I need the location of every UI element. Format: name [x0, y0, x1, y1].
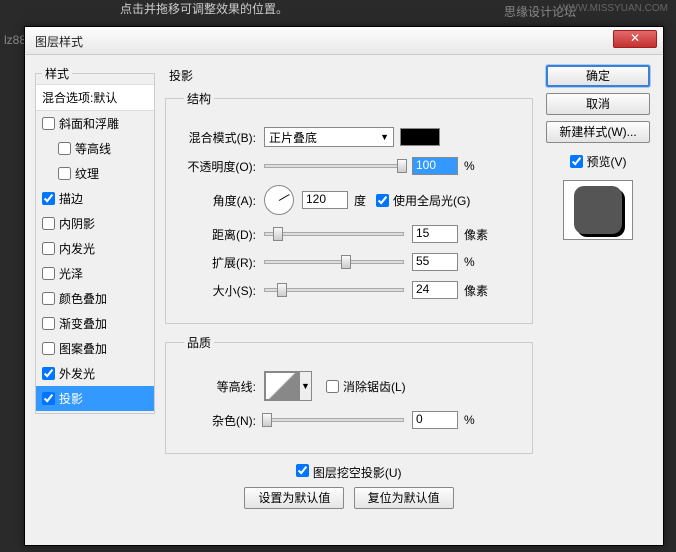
noise-unit: % — [464, 413, 475, 427]
style-item[interactable]: 斜面和浮雕 — [36, 111, 154, 136]
opacity-input[interactable]: 100 — [412, 157, 458, 175]
layer-style-dialog: 图层样式 ✕ 样式 混合选项:默认 斜面和浮雕等高线纹理描边内阴影内发光光泽颜色… — [24, 26, 664, 546]
noise-slider[interactable] — [264, 418, 404, 422]
style-checkbox[interactable] — [42, 292, 55, 305]
angle-dial[interactable] — [264, 185, 294, 215]
style-item[interactable]: 描边 — [36, 186, 154, 211]
style-item[interactable]: 投影 — [36, 386, 154, 411]
shadow-color-swatch[interactable] — [400, 128, 440, 146]
style-item[interactable]: 渐变叠加 — [36, 311, 154, 336]
style-item[interactable]: 内发光 — [36, 236, 154, 261]
style-checkbox[interactable] — [42, 267, 55, 280]
style-label: 内阴影 — [59, 215, 95, 232]
contour-preview — [265, 372, 299, 400]
spread-unit: % — [464, 255, 475, 269]
style-item[interactable]: 内阴影 — [36, 211, 154, 236]
global-light-label: 使用全局光(G) — [393, 192, 470, 209]
style-item[interactable]: 颜色叠加 — [36, 286, 154, 311]
global-light-checkbox[interactable] — [376, 194, 389, 207]
style-item[interactable]: 光泽 — [36, 261, 154, 286]
antialias-label: 消除锯齿(L) — [343, 378, 406, 395]
style-label: 等高线 — [75, 140, 111, 157]
noise-label: 杂色(N): — [178, 412, 256, 429]
style-label: 颜色叠加 — [59, 290, 107, 307]
cancel-button[interactable]: 取消 — [546, 93, 650, 115]
noise-input[interactable]: 0 — [412, 411, 458, 429]
reset-default-button[interactable]: 复位为默认值 — [354, 487, 454, 509]
section-title: 投影 — [169, 67, 533, 84]
size-slider[interactable] — [264, 288, 404, 292]
style-checkbox[interactable] — [58, 142, 71, 155]
styles-panel: 样式 混合选项:默认 斜面和浮雕等高线纹理描边内阴影内发光光泽颜色叠加渐变叠加图… — [35, 65, 155, 509]
size-input[interactable]: 24 — [412, 281, 458, 299]
style-label: 内发光 — [59, 240, 95, 257]
style-item[interactable]: 等高线 — [36, 136, 154, 161]
style-checkbox[interactable] — [58, 167, 71, 180]
spread-label: 扩展(R): — [178, 254, 256, 271]
titlebar: 图层样式 ✕ — [25, 27, 663, 55]
knockout-label: 图层挖空投影(U) — [313, 466, 402, 480]
antialias-checkbox[interactable] — [326, 380, 339, 393]
style-label: 斜面和浮雕 — [59, 115, 119, 132]
contour-label: 等高线: — [178, 378, 256, 395]
style-checkbox[interactable] — [42, 117, 55, 130]
style-label: 光泽 — [59, 265, 83, 282]
chevron-down-icon: ▼ — [380, 132, 389, 142]
ok-button[interactable]: 确定 — [546, 65, 650, 87]
style-label: 投影 — [59, 390, 83, 407]
blend-mode-label: 混合模式(B): — [178, 129, 256, 146]
bg-url: WWW.MISSYUAN.COM — [559, 3, 668, 14]
angle-input[interactable]: 120 — [302, 191, 348, 209]
preview-checkbox[interactable] — [570, 155, 583, 168]
style-checkbox[interactable] — [42, 217, 55, 230]
style-checkbox[interactable] — [42, 367, 55, 380]
opacity-unit: % — [464, 159, 475, 173]
contour-combo[interactable]: ▼ — [264, 371, 312, 401]
angle-unit: 度 — [354, 192, 366, 209]
center-panel: 投影 结构 混合模式(B): 正片叠底 ▼ 不透明度(O): 100 % — [165, 65, 533, 509]
size-unit: 像素 — [464, 282, 488, 299]
style-label: 图案叠加 — [59, 340, 107, 357]
quality-legend: 品质 — [184, 334, 214, 351]
blend-mode-combo[interactable]: 正片叠底 ▼ — [264, 127, 394, 147]
preview-box — [563, 180, 633, 240]
style-checkbox[interactable] — [42, 392, 55, 405]
chevron-down-icon: ▼ — [299, 372, 311, 400]
blending-options[interactable]: 混合选项:默认 — [36, 84, 154, 111]
bg-hint: 点击并拖移可调整效果的位置。 — [120, 0, 288, 17]
preview-shape — [574, 186, 622, 234]
spread-input[interactable]: 55 — [412, 253, 458, 271]
right-panel: 确定 取消 新建样式(W)... 预览(V) — [543, 65, 653, 509]
distance-slider[interactable] — [264, 232, 404, 236]
style-checkbox[interactable] — [42, 192, 55, 205]
new-style-button[interactable]: 新建样式(W)... — [546, 121, 650, 143]
style-item[interactable]: 外发光 — [36, 361, 154, 386]
style-checkbox[interactable] — [42, 317, 55, 330]
set-default-button[interactable]: 设置为默认值 — [244, 487, 344, 509]
bg-lz: lz88 — [4, 33, 26, 47]
spread-slider[interactable] — [264, 260, 404, 264]
style-label: 纹理 — [75, 165, 99, 182]
style-checkbox[interactable] — [42, 242, 55, 255]
distance-label: 距离(D): — [178, 226, 256, 243]
style-label: 外发光 — [59, 365, 95, 382]
distance-input[interactable]: 15 — [412, 225, 458, 243]
close-button[interactable]: ✕ — [613, 30, 657, 48]
preview-label: 预览(V) — [587, 153, 627, 170]
style-item[interactable]: 图案叠加 — [36, 336, 154, 361]
dialog-title: 图层样式 — [35, 33, 83, 50]
opacity-label: 不透明度(O): — [178, 158, 256, 175]
style-label: 渐变叠加 — [59, 315, 107, 332]
style-checkbox[interactable] — [42, 342, 55, 355]
size-label: 大小(S): — [178, 282, 256, 299]
style-item[interactable]: 纹理 — [36, 161, 154, 186]
style-label: 描边 — [59, 190, 83, 207]
distance-unit: 像素 — [464, 226, 488, 243]
blend-mode-value: 正片叠底 — [269, 129, 317, 146]
opacity-slider[interactable] — [264, 164, 404, 168]
styles-legend: 样式 — [42, 65, 72, 82]
knockout-checkbox[interactable] — [296, 464, 309, 477]
angle-label: 角度(A): — [178, 192, 256, 209]
structure-legend: 结构 — [184, 90, 214, 107]
